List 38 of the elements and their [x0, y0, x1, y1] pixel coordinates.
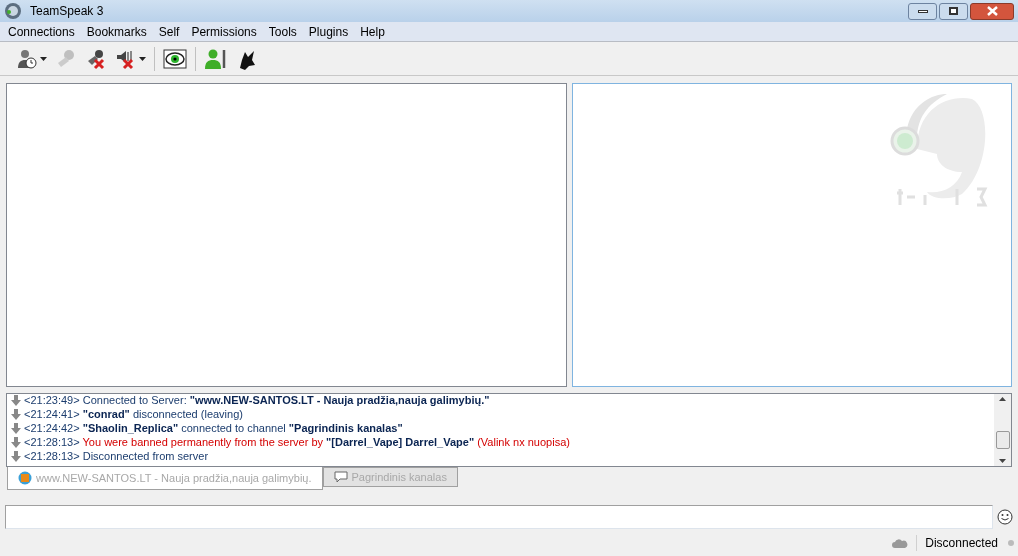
- log-message: <21:24:41> "conrad" disconnected (leaving): [24, 407, 243, 421]
- window-title: TeamSpeak 3: [30, 3, 104, 20]
- log-message: <21:28:13> Disconnected from server: [24, 449, 209, 463]
- eye-icon: [163, 47, 187, 70]
- minimize-button[interactable]: [908, 2, 937, 20]
- arrow-down-icon: [11, 408, 21, 420]
- speech-bubble-icon: [333, 471, 348, 483]
- arrow-down-icon: [11, 422, 21, 434]
- scrollbar[interactable]: [994, 394, 1011, 466]
- menu-item[interactable]: Bookmarks: [82, 22, 151, 41]
- menu-item[interactable]: Help: [356, 22, 389, 41]
- menu-item[interactable]: Connections: [4, 22, 79, 41]
- log-message: <21:23:49> Connected to Server: "www.NEW-SANTOS.LT - Nauja pradžia,nauja galimybių.": [24, 394, 490, 407]
- menu-item[interactable]: Tools: [264, 22, 301, 41]
- restore-button[interactable]: [939, 2, 968, 20]
- close-button[interactable]: [970, 2, 1014, 20]
- microphone-icon: [55, 47, 77, 70]
- scroll-down-icon[interactable]: [999, 459, 1006, 463]
- cloud-icon: [892, 537, 909, 549]
- arrow-down-icon: [11, 450, 21, 462]
- scroll-up-icon[interactable]: [999, 397, 1006, 401]
- log-message: <21:24:42> "Shaolin_Replica" connected to channel "Pagrindinis kanalas": [24, 421, 403, 435]
- caret-icon: [40, 56, 47, 61]
- close-icon: [986, 6, 998, 16]
- log-message: <21:28:13> You were banned permanently from the server by "[Darrel_Vape] Darrel_Vape" (Valink nx nuopisa): [24, 435, 570, 449]
- arrow-down-icon: [11, 436, 21, 448]
- server-icon: [18, 471, 32, 485]
- menu-item[interactable]: Plugins: [304, 22, 353, 41]
- smiley-icon[interactable]: [997, 509, 1013, 525]
- app-logo-icon: [4, 2, 22, 20]
- menu-item[interactable]: Self: [154, 22, 184, 41]
- menu-item[interactable]: Permissions: [187, 22, 261, 41]
- caret-icon: [139, 56, 146, 61]
- user-wrench-icon: [204, 47, 228, 70]
- chat-input-field[interactable]: [5, 505, 993, 529]
- scrollbar-thumb[interactable]: [995, 431, 1010, 449]
- user-clock-icon: [16, 47, 38, 70]
- connection-status: Disconnected: [925, 535, 998, 552]
